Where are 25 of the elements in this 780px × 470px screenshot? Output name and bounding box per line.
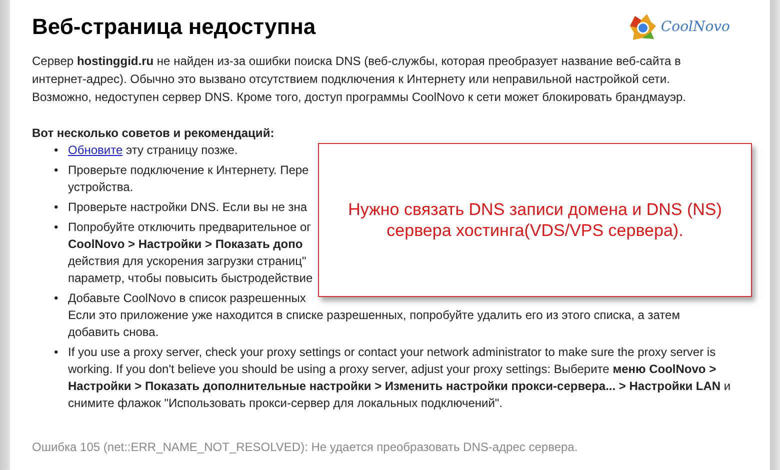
- error-code: Ошибка 105 (net::ERR_NAME_NOT_RESOLVED): Не удается преобразовать DNS-адрес сервера.: [32, 440, 579, 454]
- reload-link[interactable]: Обновите: [68, 143, 123, 157]
- tip-text: CoolNovo > Настройки > Показать допо: [68, 237, 303, 251]
- tip-text: Проверьте настройки DNS. Если вы не зна: [68, 200, 308, 214]
- bullet: •: [54, 142, 60, 159]
- tip-text: добавить снова.: [68, 325, 159, 339]
- tip-text: эту страницу позже.: [124, 143, 238, 157]
- bullet: •: [54, 199, 60, 216]
- logo-text: CoolNovo: [660, 19, 730, 35]
- bullet: •: [54, 290, 60, 307]
- tip-text: действия для ускорения загрузки страниц": [68, 254, 306, 268]
- intro-paragraph: Сервер hostinggid.ru не найден из-за ошибки поиска DNS (веб-службы, которая преобразует название веб-сайта в интернет-адрес). Обычно это вызвано отсутствием подключения к Интернету или неправильной настройкой сети. Возможно, недоступен сервер DNS. Кроме того, доступ программы CoolNovo к сети может блокировать брандмауэр.: [32, 54, 686, 104]
- tip-text: Попробуйте отключить предварительное ог: [68, 220, 312, 234]
- tip-text: Проверьте подключение к Интернету. Пере: [68, 163, 309, 177]
- bullet: •: [54, 162, 60, 179]
- tip-text: Добавьте CoolNovo в список разрешенных: [68, 291, 306, 305]
- tip-text: параметр, чтобы повысить быстродействие: [68, 271, 313, 285]
- tips-heading: Вот несколько советов и рекомендаций:: [32, 125, 276, 142]
- tip-text: устройства.: [68, 180, 134, 194]
- tip-text: If you use a proxy server, check your proxy settings or contact your network administrator to make sure the proxy server is working. If you don't believe you should be using a proxy server, adjust your proxy settings: Выберите меню CoolNovo > Настройки > Показать дополнительные настройки > Изменить настройки прокси-сервера... > Настройки LAN и снимите флажок "Использовать прокси-сервер для локальных подключений".: [68, 345, 731, 410]
- tip-text: Если это приложение уже находится в списке разрешенных, попробуйте удалить его из этого списка, а затем: [68, 308, 680, 322]
- page-title: Веб-страница недоступна: [32, 14, 316, 40]
- callout-text: Нужно связать DNS записи домена и DNS (NS) сервера хостинга(VDS/VPS сервера).: [347, 199, 723, 241]
- bullet: •: [54, 344, 60, 361]
- bullet: •: [54, 219, 60, 236]
